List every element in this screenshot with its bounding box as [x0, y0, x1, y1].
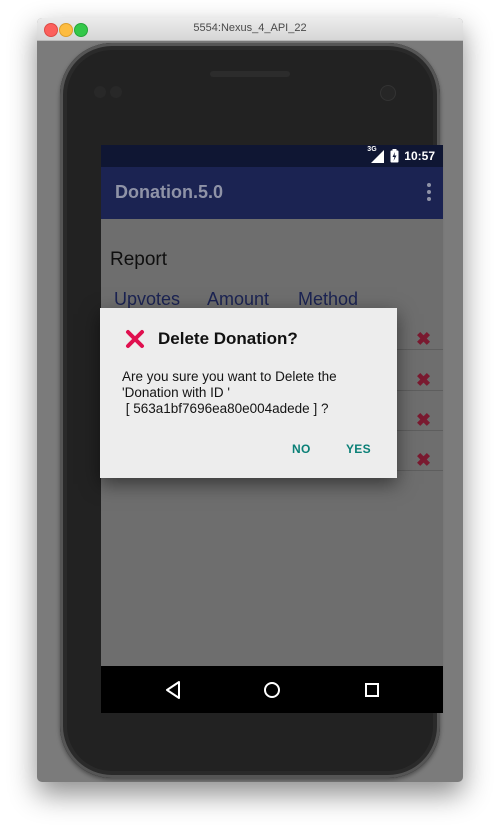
navigation-bar	[101, 666, 443, 713]
window-title: 5554:Nexus_4_API_22	[193, 22, 307, 34]
column-header-upvotes: Upvotes	[114, 289, 181, 309]
window-titlebar: 5554:Nexus_4_API_22	[37, 18, 463, 41]
column-header-method: Method	[298, 289, 359, 309]
earpiece	[210, 71, 290, 77]
delete-x-icon	[125, 329, 145, 349]
front-camera	[380, 85, 396, 101]
dialog-message-line: 'Donation with ID '	[122, 385, 230, 400]
row-delete-x-icon[interactable]: ✖	[416, 371, 432, 389]
dialog-message-line: [ 563a1bf7696ea80e004adede ] ?	[122, 401, 329, 416]
dialog-title: Delete Donation?	[158, 329, 298, 348]
light-sensor	[110, 86, 122, 98]
row-delete-x-icon[interactable]: ✖	[416, 451, 432, 469]
app-bar: Donation.5.0	[101, 167, 443, 219]
status-time: 10:57	[404, 149, 435, 163]
dialog-message: Are you sure you want to Delete the 'Don…	[122, 369, 382, 417]
app-title: Donation.5.0	[115, 182, 224, 202]
row-delete-x-icon[interactable]: ✖	[416, 411, 432, 429]
no-button[interactable]: NO	[292, 442, 311, 456]
battery-icon	[390, 149, 399, 163]
dialog-message-line: Are you sure you want to Delete the	[122, 369, 337, 384]
signal-icon: 3G	[367, 146, 385, 163]
report-title: Report	[110, 249, 168, 270]
proximity-sensor	[94, 86, 106, 98]
home-icon[interactable]	[260, 678, 284, 702]
yes-button[interactable]: YES	[346, 442, 371, 456]
overflow-menu-icon[interactable]	[427, 183, 431, 203]
delete-confirmation-dialog: Delete Donation? Are you sure you want t…	[100, 308, 397, 478]
emulator-window: 5554:Nexus_4_API_22 3G 10:57 Donation.5.…	[37, 18, 463, 782]
status-bar: 3G 10:57	[101, 145, 443, 167]
row-delete-x-icon[interactable]: ✖	[416, 330, 432, 348]
column-header-amount: Amount	[207, 289, 270, 309]
back-icon[interactable]	[161, 678, 185, 702]
recents-icon[interactable]	[360, 678, 384, 702]
